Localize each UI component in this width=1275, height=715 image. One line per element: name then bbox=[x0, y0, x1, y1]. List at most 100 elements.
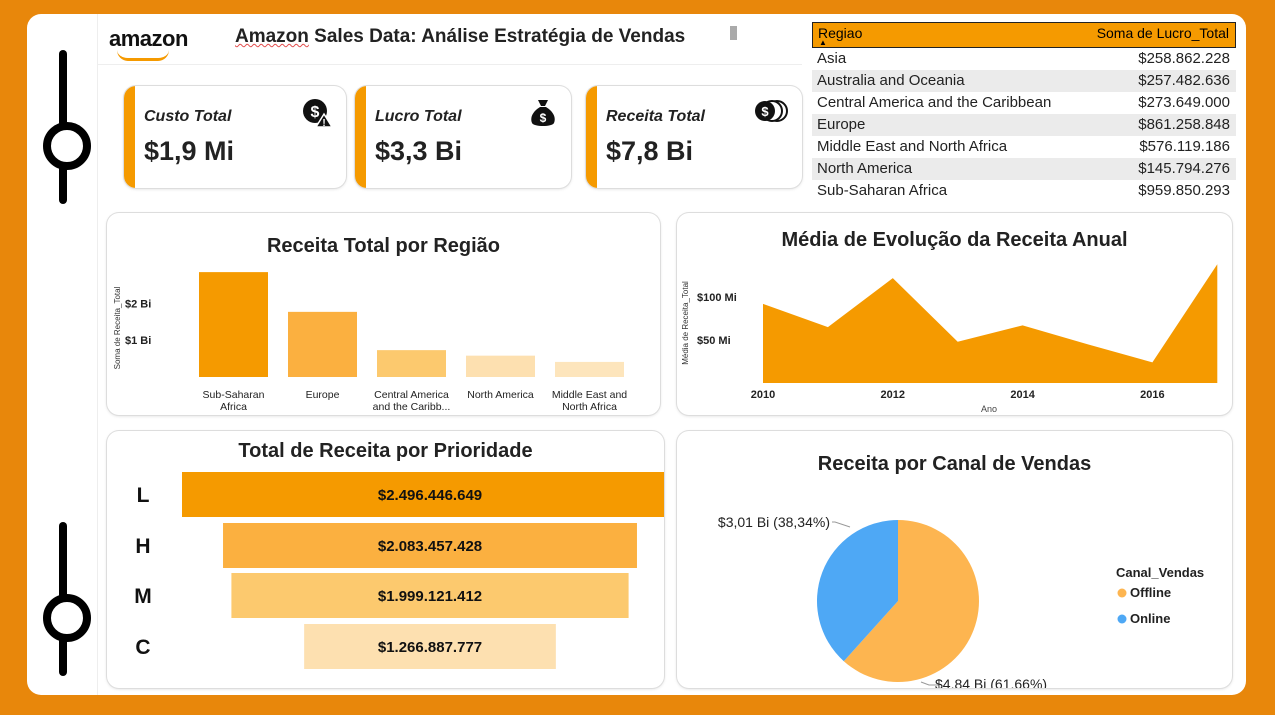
x-tick-label: 2014 bbox=[1010, 389, 1035, 401]
svg-text:$: $ bbox=[311, 104, 320, 121]
area-series bbox=[763, 264, 1218, 383]
x-tick-label: and the Caribb... bbox=[373, 401, 451, 413]
chart-card-revenue-by-priority: Total de Receita por Prioridade $2.496.4… bbox=[107, 431, 664, 688]
svg-text:!: ! bbox=[322, 118, 325, 128]
region-cell: Europe bbox=[817, 116, 866, 133]
revenue-by-priority-chart: $2.496.446.649 L $2.083.457.428 H $1.999.121… bbox=[134, 472, 664, 669]
x-tick-label: 2012 bbox=[881, 389, 905, 401]
profit-cell: $258.862.228 bbox=[1138, 50, 1230, 67]
region-cell: Central America and the Caribbean bbox=[817, 94, 1052, 111]
x-tick-label: North America bbox=[467, 389, 534, 401]
profit-cell: $273.649.000 bbox=[1138, 94, 1230, 111]
svg-text:$: $ bbox=[540, 111, 547, 125]
profit-cell: $145.794.276 bbox=[1138, 160, 1230, 177]
kpi-value: $1,9 Mi bbox=[144, 136, 235, 166]
category-label: M bbox=[134, 585, 152, 608]
x-tick-label: North Africa bbox=[562, 401, 617, 413]
data-label: $3,01 Bi (38,34%) bbox=[718, 514, 830, 530]
y-tick-label: $100 Mi bbox=[697, 292, 737, 304]
kpi-card-custo: Custo Total $1,9 Mi $ ! bbox=[124, 86, 346, 188]
bar bbox=[288, 311, 357, 377]
profit-by-region-table: Regiao ▲ Soma de Lucro_Total Asia $258.86… bbox=[812, 22, 1236, 202]
region-cell: North America bbox=[817, 160, 913, 177]
x-tick-label: 2010 bbox=[751, 389, 775, 401]
page-title: Amazon Sales Data: Análise Estratégia de… bbox=[235, 26, 685, 48]
dollar-warning-icon: $ ! bbox=[303, 99, 332, 128]
column-header-profit[interactable]: Soma de Lucro_Total bbox=[1097, 25, 1229, 41]
y-tick-label: $50 Mi bbox=[697, 335, 731, 347]
region-cell: Australia and Oceania bbox=[817, 72, 965, 89]
kpi-accent-bar bbox=[586, 86, 597, 188]
x-tick-label: Middle East and bbox=[552, 389, 627, 401]
annual-revenue-area-chart: Média de Receita_Total $50 Mi $100 Mi 2010 2… bbox=[681, 264, 1218, 414]
legend-swatch bbox=[1117, 588, 1127, 598]
y-tick-label: $1 Bi bbox=[125, 335, 151, 347]
x-tick-label: Africa bbox=[220, 401, 247, 413]
revenue-by-channel-pie-chart: $4,84 Bi (61,66%) $3,01 Bi (38,34%) Canal_… bbox=[718, 514, 1204, 688]
kpi-value: $7,8 Bi bbox=[606, 136, 694, 166]
bar bbox=[377, 350, 446, 377]
table-row[interactable]: Australia and Oceania $257.482.636 bbox=[812, 70, 1236, 92]
profit-cell: $959.850.293 bbox=[1138, 182, 1230, 199]
page-title-rest: Sales Data: Análise Estratégia de Vendas bbox=[308, 26, 686, 47]
x-tick-label: Central America bbox=[374, 389, 449, 401]
amazon-logo: amazon bbox=[109, 26, 188, 51]
data-label: $4,84 Bi (61,66%) bbox=[935, 676, 1047, 688]
sidebar bbox=[27, 14, 98, 695]
chart-card-revenue-by-region: Receita Total por Região Soma de Receita… bbox=[107, 213, 660, 415]
profit-cell: $257.482.636 bbox=[1138, 72, 1230, 89]
region-cell: Sub-Saharan Africa bbox=[817, 182, 948, 199]
kpi-value: $3,3 Bi bbox=[375, 136, 463, 166]
bar bbox=[199, 272, 268, 377]
table-row[interactable]: Middle East and North Africa $576.119.186 bbox=[812, 136, 1236, 158]
legend-item: Offline bbox=[1130, 585, 1171, 600]
header-marker bbox=[730, 26, 737, 40]
category-label: L bbox=[137, 484, 150, 507]
x-axis-label: Ano bbox=[981, 404, 997, 414]
category-label: C bbox=[135, 636, 150, 659]
kpi-card-receita: Receita Total $7,8 Bi $ bbox=[586, 86, 802, 188]
table-row[interactable]: Asia $258.862.228 bbox=[812, 48, 1236, 70]
svg-text:$: $ bbox=[761, 104, 769, 119]
kpi-accent-bar bbox=[124, 86, 135, 188]
data-label: $1.266.887.777 bbox=[378, 639, 482, 656]
data-label: $2.496.446.649 bbox=[378, 487, 482, 504]
table-row[interactable]: Central America and the Caribbean $273.64… bbox=[812, 92, 1236, 114]
kpi-label: Lucro Total bbox=[375, 108, 462, 125]
amazon-logo-smile bbox=[117, 50, 169, 61]
region-cell: Asia bbox=[817, 50, 847, 67]
money-bag-icon: $ bbox=[531, 100, 555, 126]
slider-handle-top[interactable] bbox=[43, 122, 91, 170]
profit-cell: $861.258.848 bbox=[1138, 116, 1230, 133]
legend-swatch bbox=[1117, 614, 1127, 624]
y-axis-label: Média de Receita_Total bbox=[681, 281, 690, 365]
data-label: $2.083.457.428 bbox=[378, 538, 482, 555]
table-row[interactable]: Sub-Saharan Africa $959.850.293 bbox=[812, 180, 1236, 202]
x-tick-label: 2016 bbox=[1140, 389, 1164, 401]
x-tick-label: Sub-Saharan bbox=[203, 389, 265, 401]
revenue-by-region-chart: Soma de Receita_Total $1 Bi $2 Bi Sub-Sahar… bbox=[113, 272, 627, 413]
table-header[interactable]: Regiao ▲ Soma de Lucro_Total bbox=[812, 22, 1236, 48]
page-title-brand: Amazon bbox=[235, 26, 309, 47]
table-row[interactable]: Europe $861.258.848 bbox=[812, 114, 1236, 136]
chart-card-revenue-evolution: Média de Evolução da Receita Anual Média… bbox=[677, 213, 1232, 415]
coins-icon: $ bbox=[755, 100, 788, 122]
table-row[interactable]: North America $145.794.276 bbox=[812, 158, 1236, 180]
chart-card-revenue-by-channel: Receita por Canal de Vendas $4,84 Bi (61… bbox=[677, 431, 1232, 688]
x-tick-label: Europe bbox=[306, 389, 340, 401]
region-cell: Middle East and North Africa bbox=[817, 138, 1008, 155]
sort-ascending-icon: ▲ bbox=[819, 38, 827, 47]
profit-cell: $576.119.186 bbox=[1139, 138, 1230, 155]
label-leader-line bbox=[832, 521, 851, 528]
header: amazon Amazon Sales Data: Análise Estrat… bbox=[97, 14, 802, 65]
legend-title: Canal_Vendas bbox=[1116, 565, 1204, 580]
kpi-label: Receita Total bbox=[606, 108, 705, 125]
y-axis-label: Soma de Receita_Total bbox=[113, 286, 122, 369]
bar bbox=[555, 361, 624, 377]
data-label: $1.999.121.412 bbox=[378, 588, 482, 605]
kpi-card-lucro: Lucro Total $3,3 Bi $ bbox=[355, 86, 571, 188]
dashboard-frame: amazon Amazon Sales Data: Análise Estrat… bbox=[27, 14, 1246, 695]
bar bbox=[466, 355, 535, 377]
y-tick-label: $2 Bi bbox=[125, 298, 151, 310]
slider-handle-bottom[interactable] bbox=[43, 594, 91, 642]
